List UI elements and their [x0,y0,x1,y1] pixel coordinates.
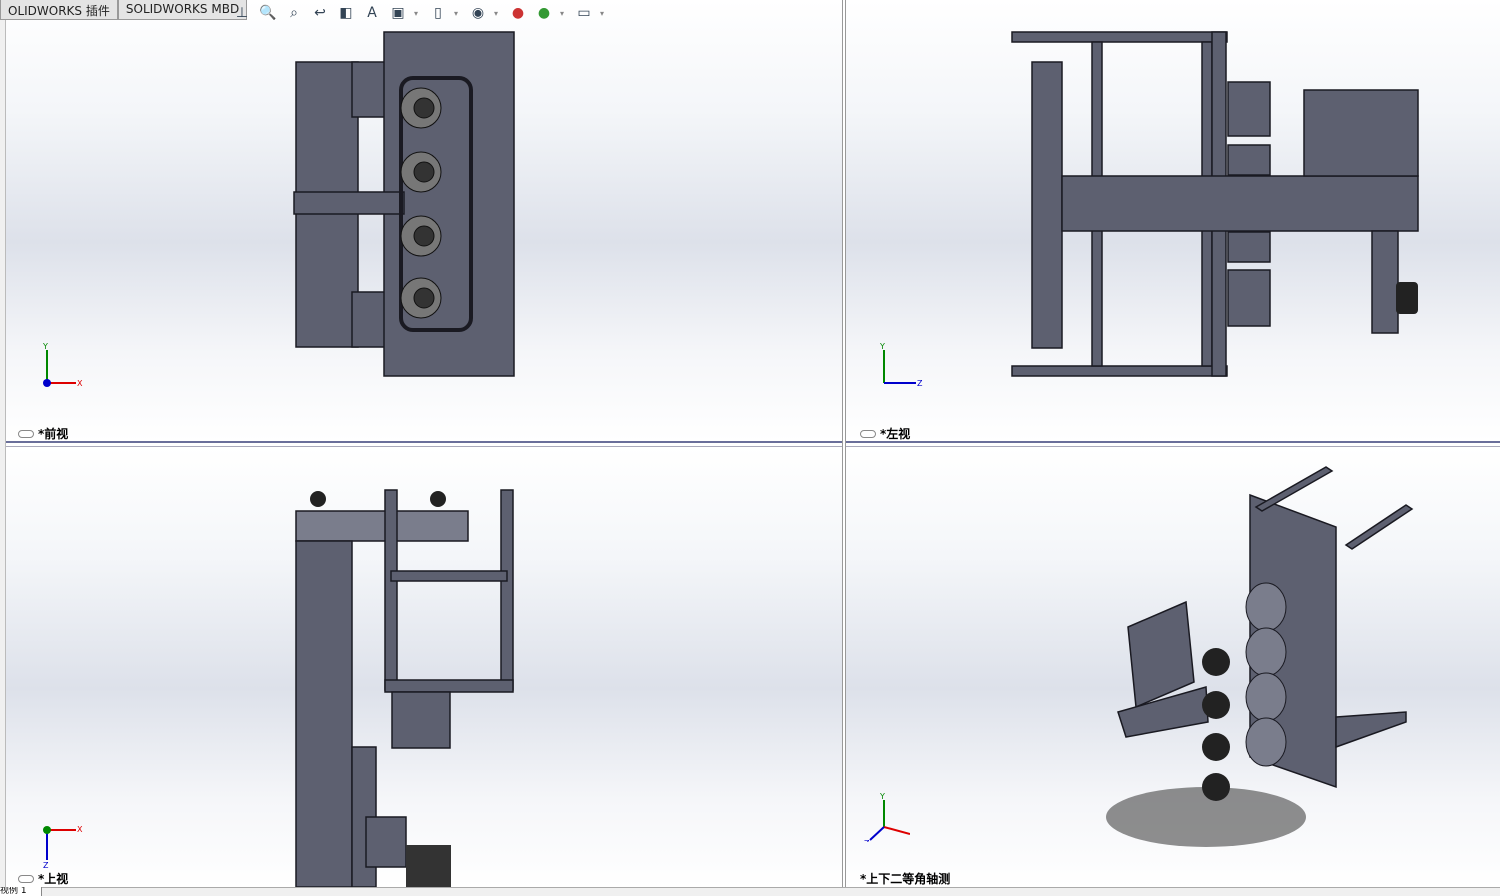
top-view-model [295,489,514,887]
chevron-down-icon[interactable]: ▾ [600,3,608,23]
link-views-icon[interactable] [18,429,34,438]
view-label-front: *前视 [18,425,68,441]
command-tabs: OLIDWORKS 插件 SOLIDWORKS MBD [0,0,248,20]
display-style-icon[interactable]: ▯ [428,3,448,23]
link-views-icon[interactable] [18,874,34,883]
svg-text:Y: Y [42,342,48,351]
chevron-down-icon[interactable]: ▾ [494,3,502,23]
tab-solidworks-mbd[interactable]: SOLIDWORKS MBD [117,0,248,20]
axis-triad: YZ [879,342,923,388]
svg-text:Z: Z [864,839,870,842]
viewport-splitter-horizontal[interactable] [6,441,1500,447]
dynamic-annotation-icon[interactable]: A [362,3,382,23]
axis-triad: XZ [43,825,83,870]
chevron-down-icon[interactable]: ▾ [414,3,422,23]
viewport-front[interactable]: YX *前视 [6,0,842,441]
viewport-dimetric[interactable]: YXZ *上下二等角轴测 [846,447,1500,887]
view-label-top: *上视 [18,870,68,887]
viewport-splitter-vertical[interactable] [842,0,846,887]
heads-up-toolbar: ⊥ 🔍 ⌕ ↩ ◧ A ▣ ▾ ▯ ▾ ◉ ▾ ● ● ▾ ▭ ▾ [232,3,608,23]
chevron-down-icon[interactable]: ▾ [560,3,568,23]
view-label-left: *左视 [860,425,910,441]
section-view-icon[interactable]: ◧ [336,3,356,23]
svg-text:Y: Y [879,792,885,801]
svg-text:Y: Y [879,342,885,351]
chevron-down-icon[interactable]: ▾ [454,3,462,23]
svg-text:X: X [77,825,83,834]
hide-show-items-icon[interactable]: ◉ [468,3,488,23]
tab-view-1[interactable]: 视例 1 [0,887,42,896]
apply-scene-icon[interactable]: ● [534,3,554,23]
axis-triad: YXZ [864,792,910,842]
view-orientation-cube-icon[interactable]: ▣ [388,3,408,23]
viewport-left[interactable]: YZ *左视 [846,0,1500,441]
edit-appearance-icon[interactable]: ● [508,3,528,23]
left-view-model [1011,31,1419,377]
view-orientation-icon[interactable]: ⊥ [232,3,252,23]
viewport-top[interactable]: XZ *上视 [6,447,842,887]
front-view-model [293,31,515,377]
svg-text:Z: Z [43,861,49,870]
isometric-view-model [1106,466,1414,847]
svg-text:Z: Z [917,379,923,388]
previous-view-icon[interactable]: ↩ [310,3,330,23]
bottom-tab-bar [0,887,1500,896]
axis-triad: YX [42,342,83,388]
view-label-dimetric: *上下二等角轴测 [860,872,951,886]
link-views-icon[interactable] [860,429,876,438]
view-setting-icon[interactable]: ▭ [574,3,594,23]
tab-solidworks-addins[interactable]: OLIDWORKS 插件 [0,0,118,20]
svg-text:X: X [77,379,83,388]
zoom-to-area-icon[interactable]: ⌕ [284,3,304,23]
zoom-to-fit-icon[interactable]: 🔍 [258,3,278,23]
